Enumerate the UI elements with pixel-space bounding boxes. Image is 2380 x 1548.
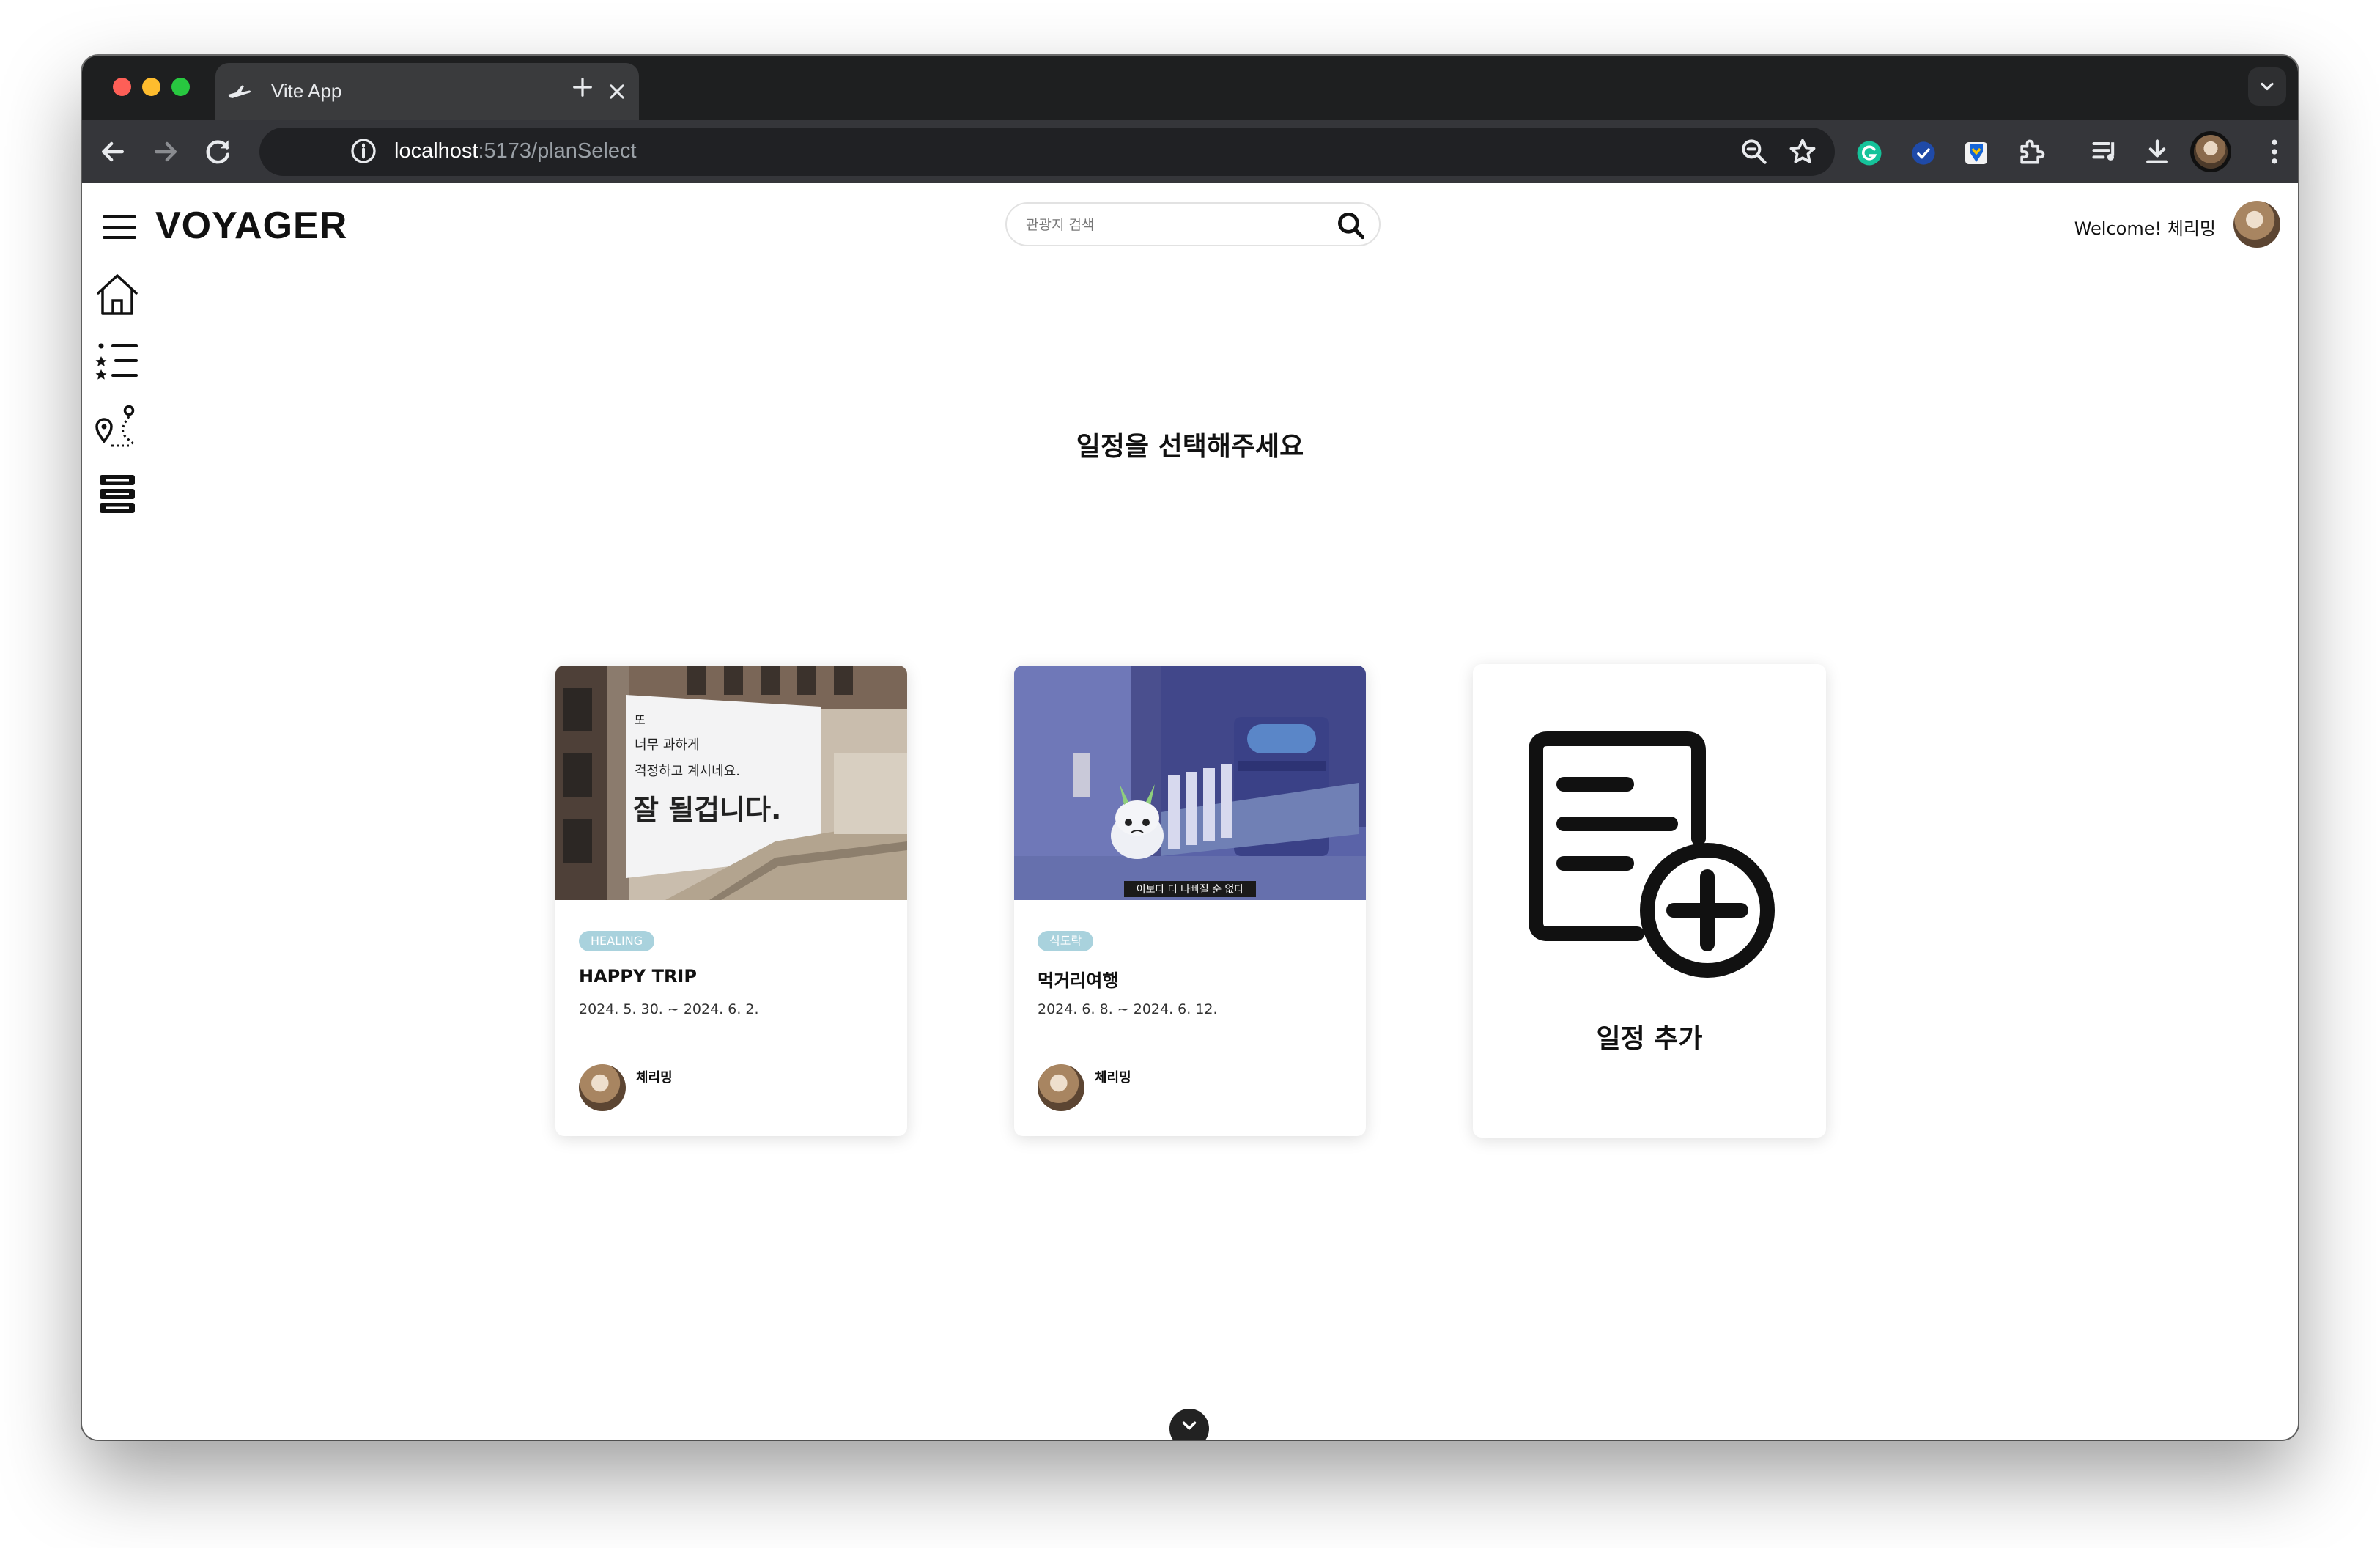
add-plan-label: 일정 추가 (1596, 1024, 1703, 1054)
plan-dates: 2024. 5. 30. ~ 2024. 6. 2. (579, 1001, 759, 1017)
banner-line: 걱정하고 계시네요. (635, 764, 740, 779)
airplane-icon (228, 85, 251, 98)
author-avatar (579, 1064, 626, 1111)
reload-icon[interactable] (202, 136, 234, 168)
search-icon[interactable] (1335, 210, 1367, 242)
zoom-icon[interactable] (1738, 136, 1770, 168)
page-title: 일정을 선택해주세요 (1076, 432, 1304, 462)
close-window-button[interactable] (113, 78, 131, 96)
hamburger-menu-icon[interactable] (103, 213, 136, 242)
user-avatar[interactable] (2233, 201, 2280, 248)
brand-logo[interactable]: VOYAGER (155, 204, 347, 248)
check-extension-icon[interactable] (1910, 139, 1937, 167)
plan-dates: 2024. 6. 8. ~ 2024. 6. 12. (1038, 1001, 1218, 1017)
search-input[interactable] (1026, 214, 1319, 236)
author-name: 체리밍 (636, 1070, 673, 1086)
url-text: localhost:5173/planSelect (394, 139, 637, 163)
add-document-icon (1529, 731, 1775, 978)
back-icon[interactable] (97, 136, 129, 168)
new-tab-icon[interactable] (572, 76, 594, 98)
more-menu-icon[interactable] (2258, 136, 2291, 168)
download-badge-icon (1965, 142, 1987, 164)
banner-line: 또 (635, 713, 646, 727)
tab-bar: Vite App (82, 56, 2298, 120)
tab-search-button[interactable] (2248, 67, 2286, 106)
check-badge-icon (1912, 141, 1935, 165)
site-info-icon[interactable] (349, 136, 378, 166)
browser-toolbar: localhost:5173/planSelect (82, 120, 2298, 183)
url-host: localhost (394, 139, 478, 163)
category-badge: HEALING (579, 931, 655, 951)
page-content: VOYAGER Welcome! 체리밍 (82, 183, 2298, 1440)
storage-icon[interactable] (94, 471, 141, 517)
search-bar (1005, 202, 1381, 246)
download-helper-extension-icon[interactable] (1962, 139, 1990, 167)
banner-line: 너무 과하게 (635, 737, 700, 753)
list-icon[interactable] (94, 337, 141, 384)
url-path: :5173/planSelect (478, 139, 637, 163)
close-tab-icon[interactable] (607, 81, 627, 102)
scroll-down-button[interactable] (1169, 1409, 1209, 1440)
maximize-window-button[interactable] (171, 78, 190, 96)
plan-image-cartoon: 이보다 더 나빠질 순 없다 (1014, 666, 1366, 900)
plan-card[interactable]: 이보다 더 나빠질 순 없다 식도락 먹거리여행 2024. 6. 8. ~ 2… (1014, 666, 1366, 1136)
bookmark-star-icon[interactable] (1786, 136, 1819, 168)
welcome-text: Welcome! 체리밍 (2074, 218, 2216, 239)
extensions-puzzle-icon[interactable] (2015, 136, 2047, 168)
media-control-icon[interactable] (2090, 136, 2122, 168)
browser-profile-avatar[interactable] (2194, 135, 2228, 169)
plan-image-banner: 또 너무 과하게 걱정하고 계시네요. 잘 될겁니다. (555, 666, 907, 900)
grammarly-extension-icon[interactable] (1855, 139, 1883, 167)
author-name: 체리밍 (1095, 1070, 1131, 1086)
image-caption: 이보다 더 나빠질 순 없다 (1137, 884, 1244, 896)
banner-line: 잘 될겁니다. (633, 794, 781, 826)
tab-title: Vite App (271, 80, 342, 102)
add-plan-card[interactable]: 일정 추가 (1473, 664, 1826, 1138)
forward-icon[interactable] (149, 136, 182, 168)
browser-window: Vite App localhost:5173/planSelect VOYAG… (82, 56, 2298, 1440)
plan-card[interactable]: 또 너무 과하게 걱정하고 계시네요. 잘 될겁니다. HEALING HAPP… (555, 666, 907, 1136)
address-bar[interactable]: localhost:5173/planSelect (259, 128, 1835, 176)
chevron-down-icon (2261, 82, 2274, 91)
grammarly-icon (1857, 141, 1882, 166)
minimize-window-button[interactable] (142, 78, 160, 96)
chevron-down-icon (1182, 1421, 1197, 1430)
plan-title: 먹거리여행 (1038, 970, 1119, 991)
category-badge: 식도락 (1038, 931, 1094, 951)
home-icon[interactable] (94, 271, 141, 318)
plan-title: HAPPY TRIP (579, 966, 697, 987)
download-icon[interactable] (2141, 136, 2173, 168)
author-avatar (1038, 1064, 1084, 1111)
